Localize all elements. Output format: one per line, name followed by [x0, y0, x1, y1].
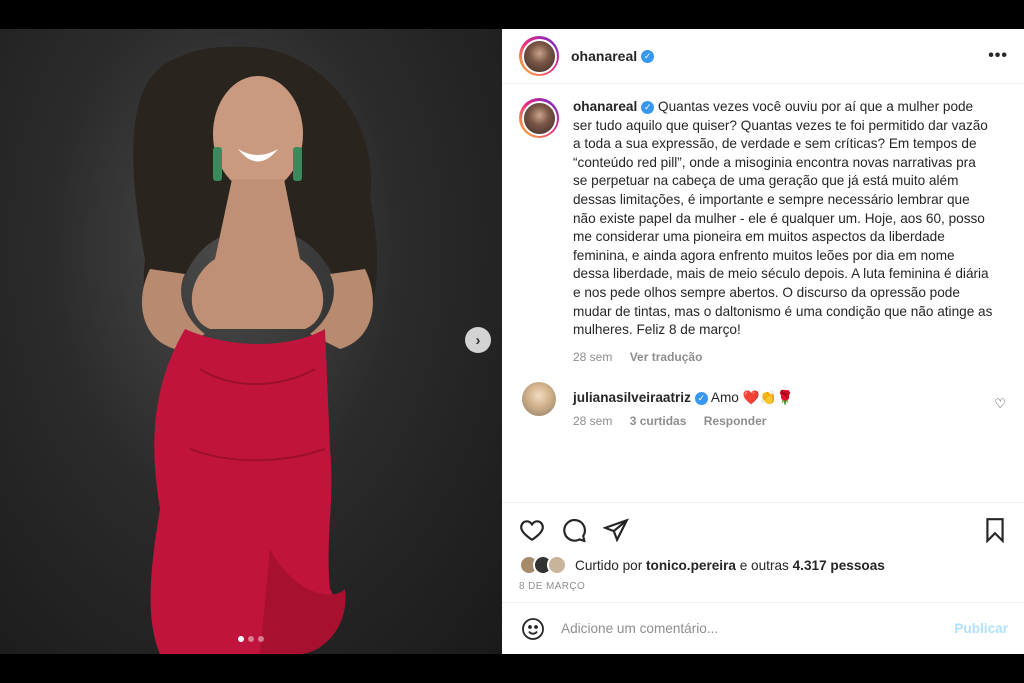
likes-prefix: Curtido por — [575, 557, 643, 573]
likes-summary[interactable]: Curtido por tonico.pereira e outras 4.31… — [519, 555, 1008, 575]
comment-like-icon[interactable]: ♡ — [994, 396, 1006, 412]
verified-badge-icon: ✓ — [641, 49, 655, 63]
carousel-indicator — [0, 636, 502, 642]
smiley-icon[interactable] — [521, 617, 545, 641]
caption-avatar[interactable] — [519, 98, 559, 138]
comment-item: julianasilveiraatriz ✓ Amo ❤️👏🌹 28 sem 3 … — [519, 382, 1008, 428]
like-icon[interactable] — [519, 517, 545, 543]
bookmark-icon[interactable] — [982, 517, 1008, 543]
likes-count[interactable]: 4.317 pessoas — [793, 558, 885, 573]
publish-button[interactable]: Publicar — [954, 621, 1008, 636]
post-date[interactable]: 8 DE MARÇO — [519, 581, 1008, 592]
post-actions: Curtido por tonico.pereira e outras 4.31… — [502, 502, 1024, 602]
commenter-username[interactable]: julianasilveiraatriz — [573, 390, 691, 405]
carousel-dot — [258, 636, 264, 642]
comment-likes[interactable]: 3 curtidas — [630, 414, 687, 428]
verified-badge-icon: ✓ — [641, 100, 655, 114]
post-photo — [133, 46, 378, 654]
commenter-avatar[interactable] — [522, 382, 556, 417]
caption: ohanareal ✓ Quantas vezes você ouviu por … — [519, 98, 1008, 366]
chevron-right-icon: › — [475, 331, 481, 349]
likes-middle: e outras — [739, 557, 789, 573]
post-header: ohanareal ✓ ••• — [502, 29, 1024, 84]
next-slide-button[interactable]: › — [465, 327, 491, 353]
caption-time[interactable]: 28 sem — [573, 350, 612, 364]
carousel-dot — [238, 636, 244, 642]
more-options-icon[interactable]: ••• — [988, 47, 1008, 65]
author-username[interactable]: ohanareal — [571, 48, 637, 64]
translate-link[interactable]: Ver tradução — [630, 350, 703, 364]
comment-bubble-icon[interactable] — [561, 517, 587, 543]
reply-button[interactable]: Responder — [704, 414, 767, 428]
post-media[interactable]: › — [0, 29, 502, 654]
verified-badge-icon: ✓ — [694, 392, 708, 406]
caption-text: Quantas vezes você ouviu por aí que a mu… — [573, 99, 993, 338]
carousel-dot — [248, 636, 254, 642]
comment-input[interactable] — [561, 621, 955, 636]
post-side-panel: ohanareal ✓ ••• ohanareal ✓ Quantas vezes… — [502, 29, 1024, 654]
comment-time[interactable]: 28 sem — [573, 414, 612, 428]
liker-avatar — [547, 555, 567, 575]
add-comment-bar: Publicar — [502, 602, 1024, 654]
comments-section: ohanareal ✓ Quantas vezes você ouviu por … — [502, 84, 1024, 502]
liker-username[interactable]: tonico.pereira — [646, 558, 736, 573]
author-avatar[interactable] — [519, 36, 559, 76]
comment-text: Amo ❤️👏🌹 — [710, 390, 794, 406]
caption-username[interactable]: ohanareal — [573, 99, 637, 114]
post-modal: › ohanareal ✓ ••• ohanareal ✓ Quantas vez… — [0, 29, 1024, 654]
paper-plane-icon[interactable] — [603, 517, 629, 543]
